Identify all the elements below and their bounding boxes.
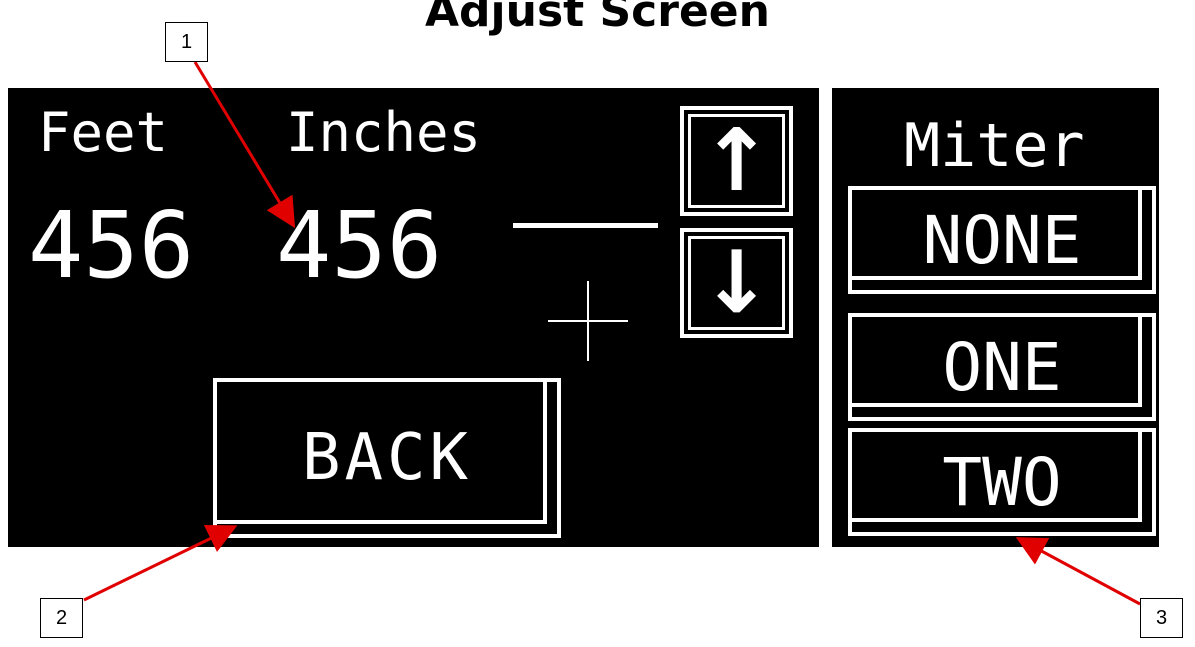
callout-arrows bbox=[83, 61, 1141, 606]
callout-1: 1 bbox=[165, 22, 208, 62]
callout-arrow-2 bbox=[83, 525, 238, 602]
callout-arrow-3 bbox=[1015, 537, 1141, 606]
callout-2: 2 bbox=[40, 598, 83, 638]
callout-3: 3 bbox=[1140, 598, 1183, 638]
callout-arrow-1 bbox=[193, 61, 296, 229]
